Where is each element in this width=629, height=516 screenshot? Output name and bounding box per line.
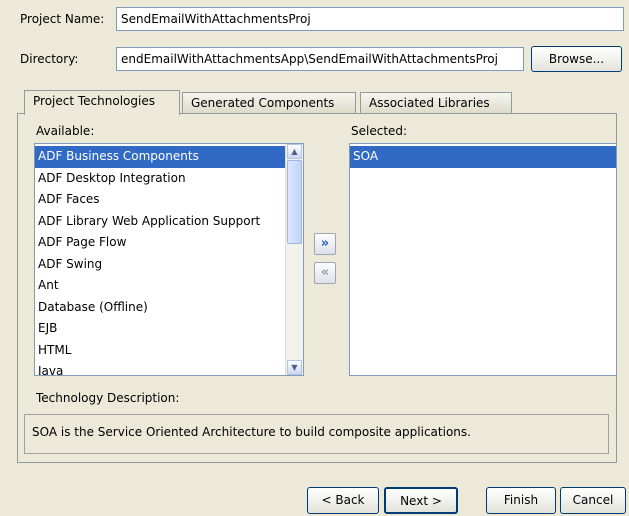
scroll-up-icon[interactable]: ▲ xyxy=(287,144,302,159)
project-name-label: Project Name: xyxy=(20,12,105,26)
list-item[interactable]: Ant xyxy=(35,275,286,297)
add-selected-button[interactable]: » xyxy=(314,233,336,255)
list-item[interactable]: ADF Desktop Integration xyxy=(35,168,286,190)
tab-project-technologies[interactable]: Project Technologies xyxy=(24,90,180,115)
tab-generated-components[interactable]: Generated Components xyxy=(182,92,356,114)
selected-label: Selected: xyxy=(351,124,408,138)
browse-button[interactable]: Browse... xyxy=(531,46,622,72)
list-item[interactable]: EJB xyxy=(35,318,286,340)
list-item[interactable]: ADF Business Components xyxy=(35,146,286,168)
list-item[interactable]: ADF Faces xyxy=(35,189,286,211)
list-item[interactable]: ADF Page Flow xyxy=(35,232,286,254)
list-item[interactable]: ADF Swing xyxy=(35,254,286,276)
list-item[interactable]: HTML xyxy=(35,340,286,362)
list-item[interactable]: Database (Offline) xyxy=(35,297,286,319)
double-chevron-left-icon: « xyxy=(320,265,330,280)
available-list[interactable]: ADF Business Components ADF Desktop Inte… xyxy=(34,143,304,376)
directory-label: Directory: xyxy=(20,52,79,66)
technology-description-label: Technology Description: xyxy=(36,391,180,405)
list-item[interactable]: ADF Library Web Application Support xyxy=(35,211,286,233)
list-item[interactable]: Java xyxy=(35,361,286,375)
finish-button[interactable]: Finish xyxy=(486,487,556,514)
available-label: Available: xyxy=(36,124,95,138)
technology-description-text: SOA is the Service Oriented Architecture… xyxy=(24,414,609,454)
scrollbar-thumb[interactable] xyxy=(287,160,302,244)
remove-selected-button[interactable]: « xyxy=(314,262,336,284)
back-button[interactable]: < Back xyxy=(307,487,379,514)
available-scrollbar[interactable]: ▲ ▼ xyxy=(285,144,303,375)
list-item[interactable]: SOA xyxy=(350,146,616,168)
next-button[interactable]: Next > xyxy=(384,487,458,514)
scroll-down-icon[interactable]: ▼ xyxy=(287,360,302,375)
project-name-input[interactable]: SendEmailWithAttachmentsProj xyxy=(116,7,624,31)
tab-associated-libraries[interactable]: Associated Libraries xyxy=(360,92,512,114)
selected-list[interactable]: SOA xyxy=(349,143,617,376)
double-chevron-right-icon: » xyxy=(320,236,330,251)
directory-input[interactable]: endEmailWithAttachmentsApp\SendEmailWith… xyxy=(116,47,524,71)
cancel-button[interactable]: Cancel xyxy=(560,487,626,514)
